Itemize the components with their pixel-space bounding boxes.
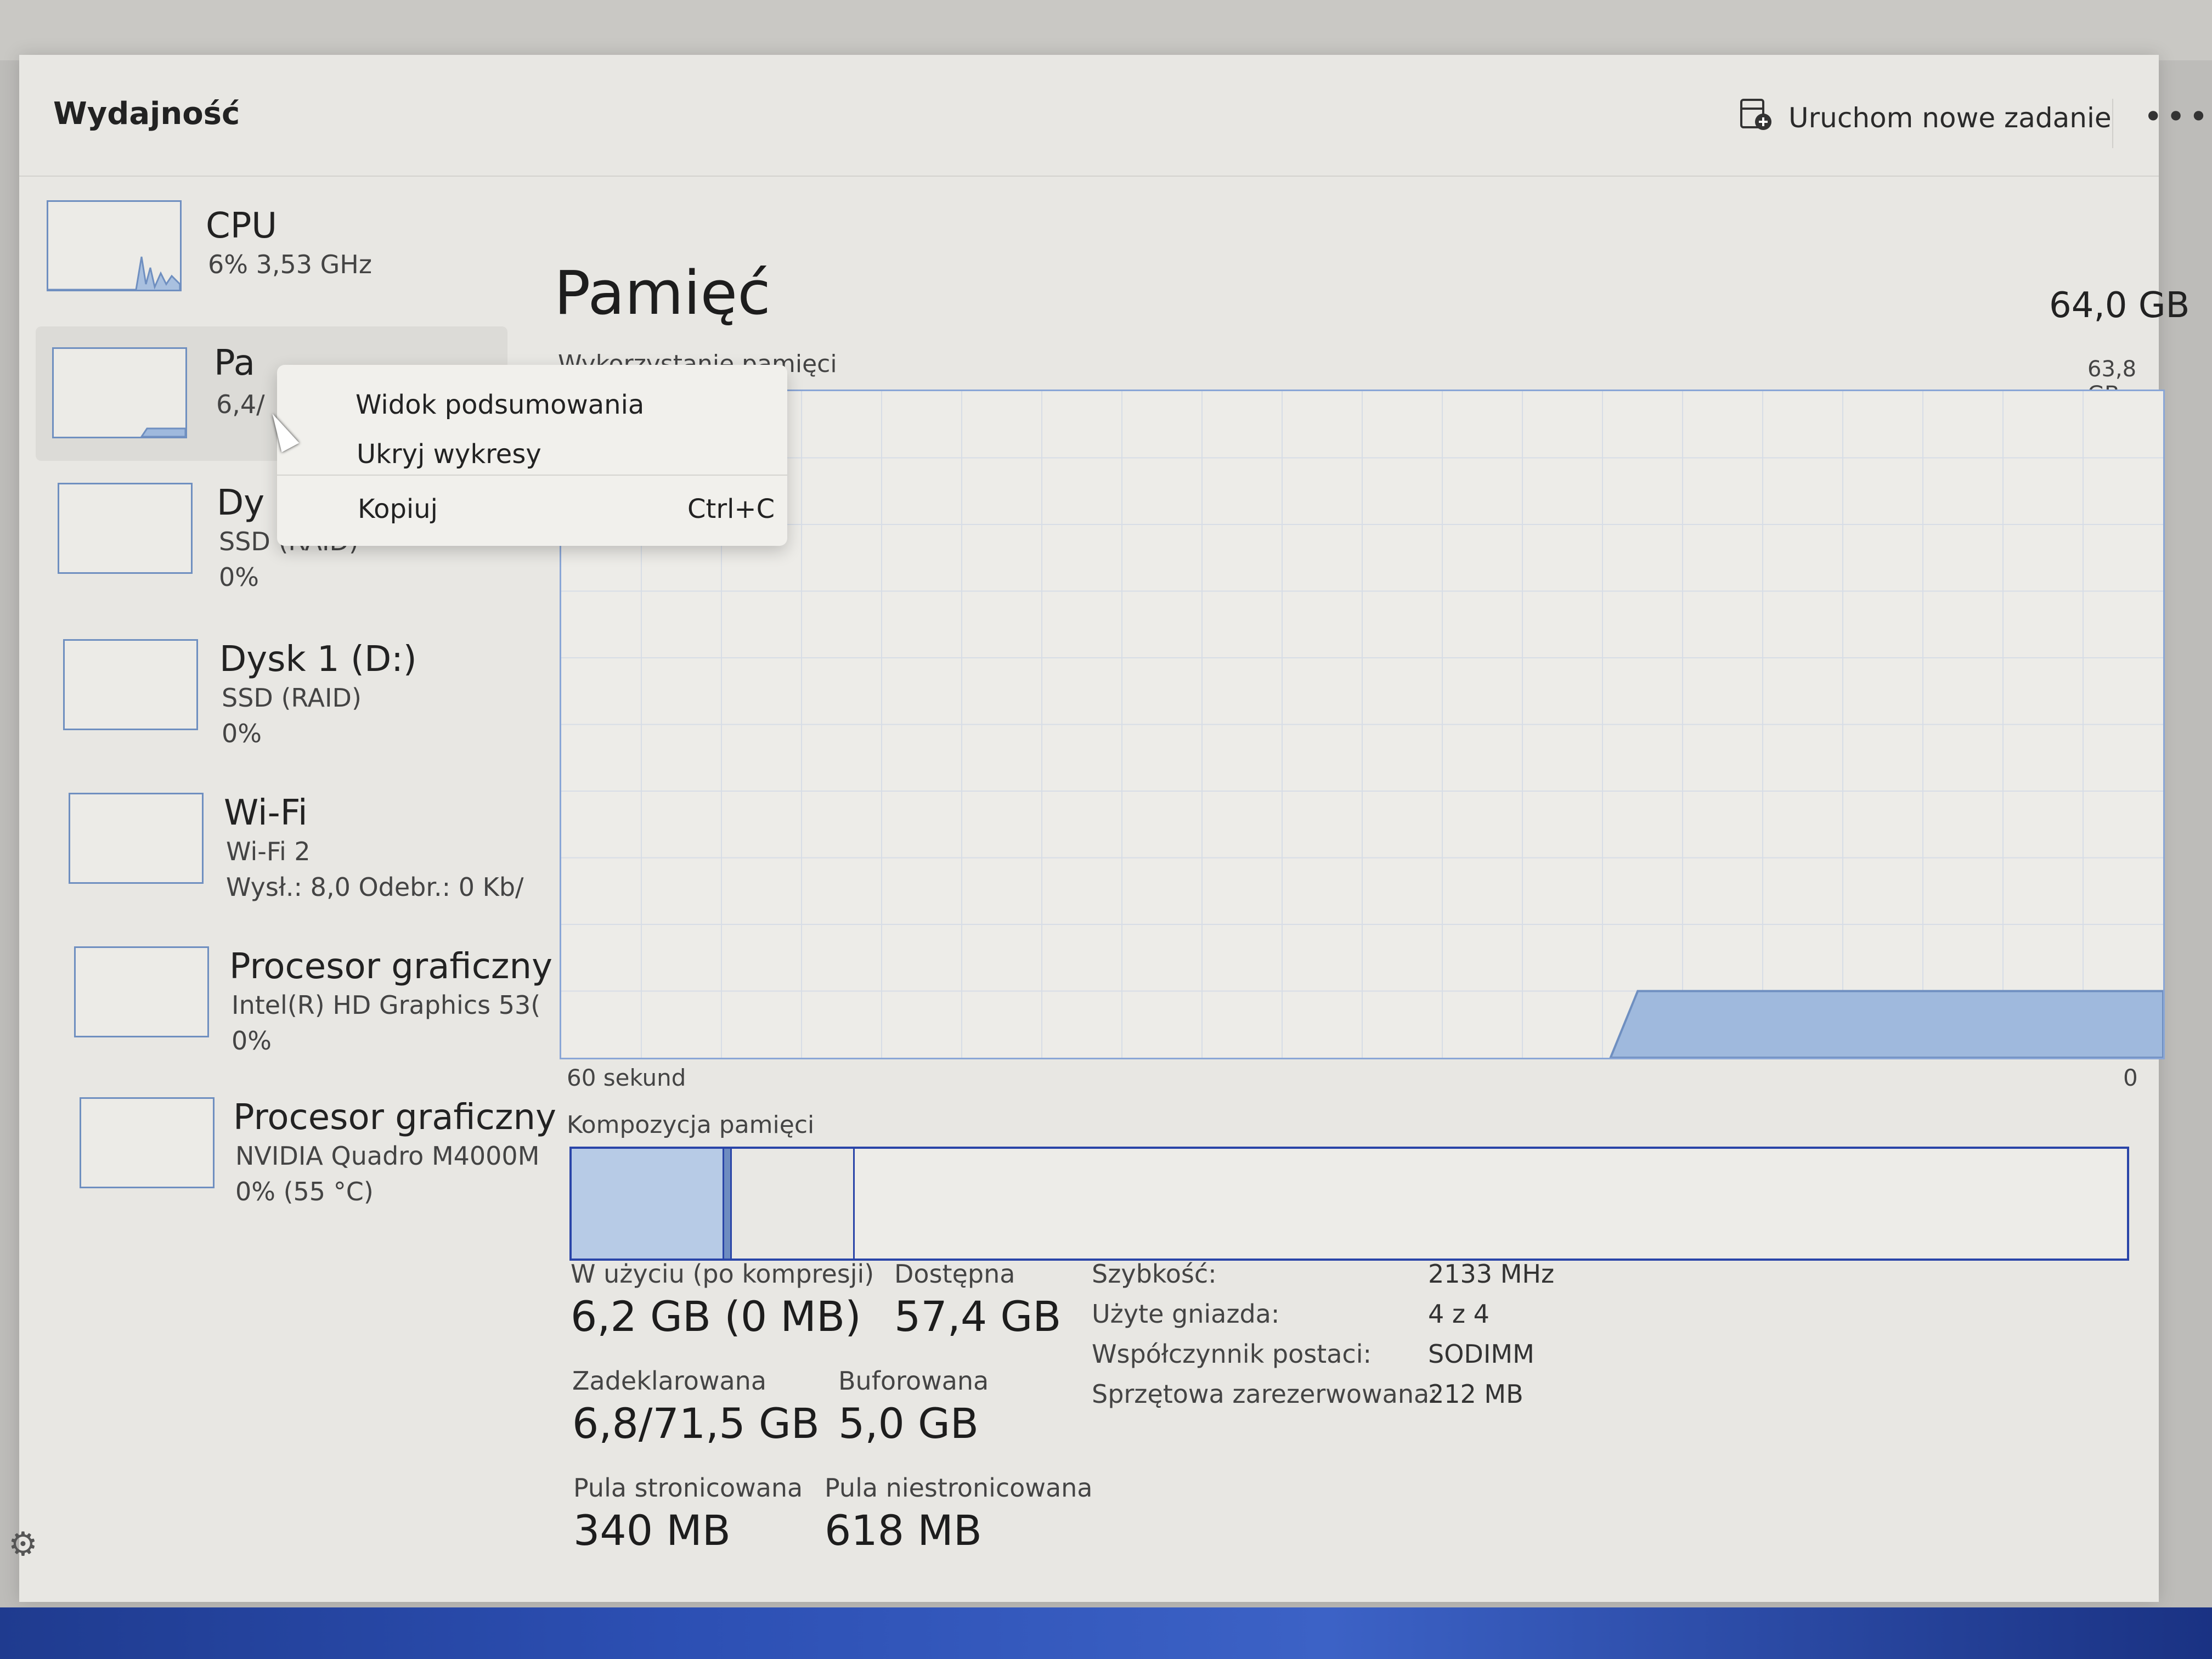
detail-reserved-value: 212 MB: [1428, 1379, 1523, 1409]
in-use-label: W użyciu (po kompresji): [571, 1259, 874, 1289]
sidebar-item-wifi[interactable]: Wi-Fi Wi-Fi 2 Wysł.: 8,0 Odebr.: 0 Kb/: [69, 793, 524, 913]
x-axis-right-label: 0: [2123, 1064, 2138, 1091]
detail-speed-value: 2133 MHz: [1428, 1259, 1555, 1289]
composition-label: Kompozycja pamięci: [567, 1111, 815, 1139]
nonpaged-pool-label: Pula niestronicowana: [825, 1473, 1093, 1503]
run-new-task-button[interactable]: Uruchom nowe zadanie: [1739, 93, 2112, 143]
menu-item-hide-graphs[interactable]: Ukryj wykresy: [357, 439, 541, 470]
graph-grid: [561, 391, 2163, 1058]
disk1-thumbnail-graph: [63, 639, 198, 730]
page-title: Wydajność: [53, 96, 240, 132]
sidebar-item-label: Pa: [214, 343, 255, 383]
sidebar-item-detail: Intel(R) HD Graphics 53(: [232, 990, 541, 1020]
cached-label: Buforowana: [838, 1366, 989, 1396]
sidebar-item-label: CPU: [206, 206, 278, 246]
nonpaged-pool-value: 618 MB: [825, 1506, 982, 1555]
sidebar-item-detail: NVIDIA Quadro M4000M: [235, 1141, 540, 1171]
in-use-value: 6,2 GB (0 MB): [571, 1292, 861, 1341]
x-axis-left-label: 60 sekund: [567, 1064, 686, 1091]
total-memory: 64,0 GB: [2049, 285, 2190, 326]
disk0-thumbnail-graph: [58, 483, 193, 574]
sidebar-item-cpu[interactable]: CPU 6% 3,53 GHz: [47, 200, 513, 321]
header: Wydajność Uruchom nowe zadanie •••: [19, 55, 2208, 177]
menu-item-copy-shortcut: Ctrl+C: [687, 494, 775, 524]
main-title: Pamięć: [554, 258, 771, 328]
detail-slots-value: 4 z 4: [1428, 1299, 1489, 1329]
sidebar-item-detail: Wi-Fi 2: [226, 837, 311, 866]
menu-separator: [277, 475, 787, 476]
available-value: 57,4 GB: [894, 1292, 1062, 1341]
cached-value: 5,0 GB: [838, 1399, 979, 1448]
memory-composition-bar: [569, 1147, 2129, 1261]
sidebar-item-label: Dysk 1 (D:): [219, 639, 417, 680]
sidebar-item-detail-2: 0%: [219, 562, 259, 592]
screen-top: [0, 0, 2212, 60]
memory-usage-area: [1609, 990, 2163, 1058]
available-label: Dostępna: [894, 1259, 1015, 1289]
context-menu: Widok podsumowania Ukryj wykresy Kopiuj …: [277, 365, 787, 546]
sidebar-item-label: Wi-Fi: [224, 793, 308, 833]
detail-form-factor-value: SODIMM: [1428, 1339, 1534, 1369]
committed-value: 6,8/71,5 GB: [572, 1399, 820, 1448]
sidebar-item-detail: 6,4/: [216, 390, 265, 419]
sidebar-item-label: Procesor graficzny: [233, 1097, 556, 1138]
committed-label: Zadeklarowana: [572, 1366, 767, 1396]
header-divider: [2112, 99, 2113, 148]
composition-free-segment: [855, 1149, 2127, 1259]
detail-speed-key: Szybkość:: [1092, 1259, 1217, 1289]
composition-standby-segment: [732, 1149, 855, 1259]
menu-item-summary-view[interactable]: Widok podsumowania: [356, 390, 644, 420]
taskbar: [0, 1607, 2212, 1659]
sidebar-item-detail: SSD (RAID): [222, 683, 362, 713]
sidebar-item-detail-2: 0% (55 °C): [235, 1177, 374, 1206]
wifi-thumbnail-graph: [69, 793, 204, 884]
more-options-button[interactable]: •••: [2143, 98, 2211, 136]
gpu0-thumbnail-graph: [74, 946, 209, 1037]
sidebar-item-disk-1[interactable]: Dysk 1 (D:) SSD (RAID) 0%: [63, 639, 513, 760]
sidebar-item-detail-2: 0%: [232, 1026, 272, 1056]
composition-in-use-segment: [572, 1149, 724, 1259]
settings-gear-icon[interactable]: ⚙: [8, 1525, 38, 1564]
composition-modified-segment: [724, 1149, 732, 1259]
paged-pool-value: 340 MB: [573, 1506, 731, 1555]
sidebar-item-gpu-0[interactable]: Procesor graficzny Intel(R) HD Graphics …: [74, 946, 552, 1067]
sidebar-item-label: Procesor graficzny: [229, 946, 552, 987]
detail-form-factor-key: Współczynnik postaci:: [1092, 1339, 1372, 1369]
menu-item-copy[interactable]: Kopiuj: [358, 494, 438, 524]
task-manager-window: Wydajność Uruchom nowe zadanie ••• CPU 6…: [8, 55, 2208, 1602]
run-task-label: Uruchom nowe zadanie: [1788, 102, 2112, 134]
memory-usage-graph: [560, 390, 2165, 1059]
run-task-icon: [1739, 98, 1773, 138]
memory-thumbnail-graph: [52, 347, 187, 438]
sidebar-item-gpu-1[interactable]: Procesor graficzny NVIDIA Quadro M4000M …: [80, 1097, 556, 1218]
paged-pool-label: Pula stronicowana: [573, 1473, 803, 1503]
memory-usage-svg: [561, 391, 2163, 1058]
detail-slots-key: Użyte gniazda:: [1092, 1299, 1280, 1329]
gpu1-thumbnail-graph: [80, 1097, 215, 1188]
detail-reserved-key: Sprzętowa zarezerwowana:: [1092, 1379, 1438, 1409]
sidebar-item-detail-2: 0%: [222, 719, 262, 748]
sidebar-item-detail: 6% 3,53 GHz: [208, 250, 373, 279]
sidebar-item-detail-2: Wysł.: 8,0 Odebr.: 0 Kb/: [226, 872, 524, 902]
sidebar-item-label: Dy: [217, 483, 265, 523]
cpu-thumbnail-graph: [47, 200, 182, 291]
